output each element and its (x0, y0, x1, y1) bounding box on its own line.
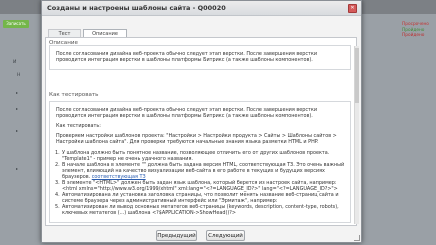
dialog-footer: Предыдущий Следующий (42, 227, 361, 243)
background-status-list: Просрочено Пройдено Пройдено (402, 22, 436, 39)
description-text: проводится интеграция верстки в шаблоны … (56, 57, 313, 63)
triangle-icon: ▸ (16, 166, 19, 171)
how-to-test-section-label: Как тестировать (49, 92, 99, 98)
dialog-titlebar[interactable]: Созданы и настроены шаблоны сайта - Q000… (42, 1, 361, 16)
status-line: Пройдено (402, 33, 425, 38)
resize-handle-icon[interactable] (354, 235, 360, 241)
content-scrollbar[interactable] (354, 46, 359, 224)
scroll-thumb[interactable] (355, 48, 359, 103)
description-box: После согласования дизайна веб-проекта о… (49, 45, 351, 70)
background-left-marker: И (13, 60, 17, 65)
background-save-button[interactable]: Записать (3, 20, 29, 28)
background-left-marker: Н (17, 73, 21, 78)
triangle-icon: ▸ (16, 90, 19, 95)
close-icon[interactable]: ✕ (348, 4, 357, 13)
how-to-test-box: После согласования дизайна веб-проекта о… (49, 101, 351, 223)
list-item: 2. В начале шаблона в элементе "" должна… (55, 162, 345, 180)
next-button[interactable]: Следующий (206, 230, 245, 241)
triangle-icon: ▸ (16, 106, 19, 111)
list-item: 4. Автоматизирована ли установка заголов… (55, 192, 339, 204)
tab-bar: Тест Описание (45, 29, 358, 37)
tab-description[interactable]: Описание (83, 29, 127, 37)
list-item: 5. Автоматизирован ли вывод основных мет… (55, 204, 339, 216)
list-item: 1. У шаблона должно быть понятное назван… (55, 150, 330, 162)
modal-dialog: Созданы и настроены шаблоны сайта - Q000… (41, 0, 362, 243)
tab-content: Описание После согласования дизайна веб-… (45, 37, 357, 226)
triangle-icon: ▸ (16, 128, 19, 133)
how-text: проводится интеграция верстки в шаблоны … (56, 113, 313, 119)
dialog-title: Созданы и настроены шаблоны сайта - Q000… (47, 4, 226, 12)
previous-button[interactable]: Предыдущий (156, 230, 197, 241)
tab-test[interactable]: Тест (48, 29, 81, 37)
list-item: 3. В элементе "<HTML>" должен быть задан… (55, 180, 338, 192)
how-text: Настройки шаблона сайта". Для проверки т… (56, 139, 319, 145)
test-steps-list: 1. У шаблона должно быть понятное назван… (55, 150, 350, 216)
how-text: Как тестировать: (56, 123, 101, 129)
